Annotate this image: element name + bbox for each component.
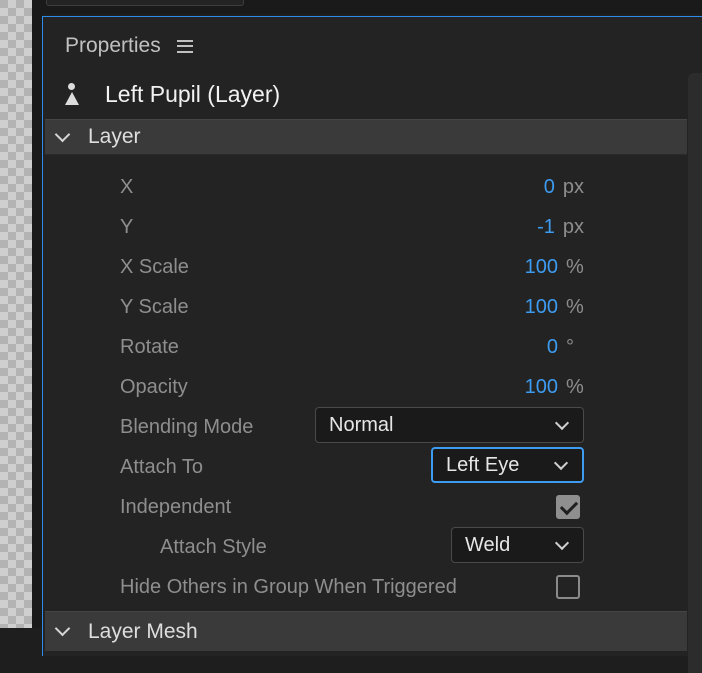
prop-row-rotate: Rotate 0 ° xyxy=(120,330,584,364)
chevron-down-icon xyxy=(553,455,569,470)
layer-title-row: Left Pupil (Layer) xyxy=(61,77,280,111)
section-header-layer[interactable]: Layer xyxy=(45,119,687,155)
prop-row-y: Y -1 px xyxy=(120,210,584,244)
prop-row-hide-others: Hide Others in Group When Triggered xyxy=(120,570,584,604)
prop-row-x: X 0 px xyxy=(120,170,584,204)
x-unit: px xyxy=(562,175,584,198)
prop-value-y-scale[interactable]: 100 % xyxy=(525,296,584,319)
checkmark-icon xyxy=(559,496,579,516)
layer-name: Left Pupil (Layer) xyxy=(105,80,281,107)
section-header-layer-mesh[interactable]: Layer Mesh xyxy=(45,611,687,651)
transparency-checkerboard xyxy=(0,0,32,628)
blending-mode-dropdown[interactable]: Normal xyxy=(315,407,584,443)
prop-value-rotate[interactable]: 0 ° xyxy=(547,336,584,359)
attach-style-dropdown[interactable]: Weld xyxy=(451,527,584,563)
prop-label-attach-style: Attach Style xyxy=(160,535,267,558)
section-label-layer-mesh: Layer Mesh xyxy=(88,619,198,643)
chevron-down-icon xyxy=(554,535,570,550)
prop-label-independent: Independent xyxy=(120,495,232,518)
x-scale-value[interactable]: 100 xyxy=(525,256,558,279)
prop-row-opacity: Opacity 100 % xyxy=(120,370,584,404)
independent-checkbox[interactable] xyxy=(556,495,580,519)
y-unit: px xyxy=(562,215,584,238)
prop-value-opacity[interactable]: 100 % xyxy=(525,376,584,399)
prop-label-y: Y xyxy=(120,215,134,238)
attach-style-selected: Weld xyxy=(465,533,511,556)
rotate-value[interactable]: 0 xyxy=(547,336,558,359)
prop-label-attach-to: Attach To xyxy=(120,455,204,478)
opacity-unit: % xyxy=(566,375,584,398)
hide-others-checkbox[interactable] xyxy=(556,575,580,599)
section-label-layer: Layer xyxy=(88,125,141,148)
chevron-down-icon[interactable] xyxy=(54,126,71,142)
prop-row-x-scale: X Scale 100 % xyxy=(120,250,584,284)
panel-title: Properties xyxy=(65,34,161,57)
prop-label-opacity: Opacity xyxy=(120,375,188,398)
hamburger-menu-icon[interactable] xyxy=(176,39,193,53)
blending-mode-selected: Normal xyxy=(329,413,394,436)
y-scale-value[interactable]: 100 xyxy=(525,296,558,319)
prop-label-rotate: Rotate xyxy=(120,335,179,358)
chevron-down-icon xyxy=(554,415,570,430)
prop-value-y[interactable]: -1 px xyxy=(537,216,584,239)
prop-label-x: X xyxy=(120,175,134,198)
prop-row-y-scale: Y Scale 100 % xyxy=(120,290,584,324)
prop-label-x-scale: X Scale xyxy=(120,255,189,278)
prop-label-y-scale: Y Scale xyxy=(120,295,189,318)
prop-label-blending-mode: Blending Mode xyxy=(120,415,254,438)
attach-to-selected: Left Eye xyxy=(446,453,520,476)
panel-header: Properties xyxy=(65,33,193,59)
top-input-field[interactable] xyxy=(46,0,244,6)
y-scale-unit: % xyxy=(566,295,584,318)
panel-gutter xyxy=(32,0,42,628)
prop-value-x-scale[interactable]: 100 % xyxy=(525,256,584,279)
prop-value-x[interactable]: 0 px xyxy=(544,176,584,199)
y-value[interactable]: -1 xyxy=(537,216,555,239)
attach-to-dropdown[interactable]: Left Eye xyxy=(431,447,584,483)
chevron-down-icon[interactable] xyxy=(54,620,71,637)
puppet-layer-icon xyxy=(61,81,83,107)
opacity-value[interactable]: 100 xyxy=(525,376,558,399)
x-value[interactable]: 0 xyxy=(544,176,555,199)
prop-row-independent: Independent xyxy=(120,490,584,524)
scrollbar[interactable] xyxy=(688,73,702,673)
rotate-unit: ° xyxy=(566,335,574,358)
x-scale-unit: % xyxy=(566,255,584,278)
prop-label-hide-others: Hide Others in Group When Triggered xyxy=(120,575,457,598)
properties-panel: Properties Left Pupil (Layer) Layer X 0 … xyxy=(42,16,702,673)
